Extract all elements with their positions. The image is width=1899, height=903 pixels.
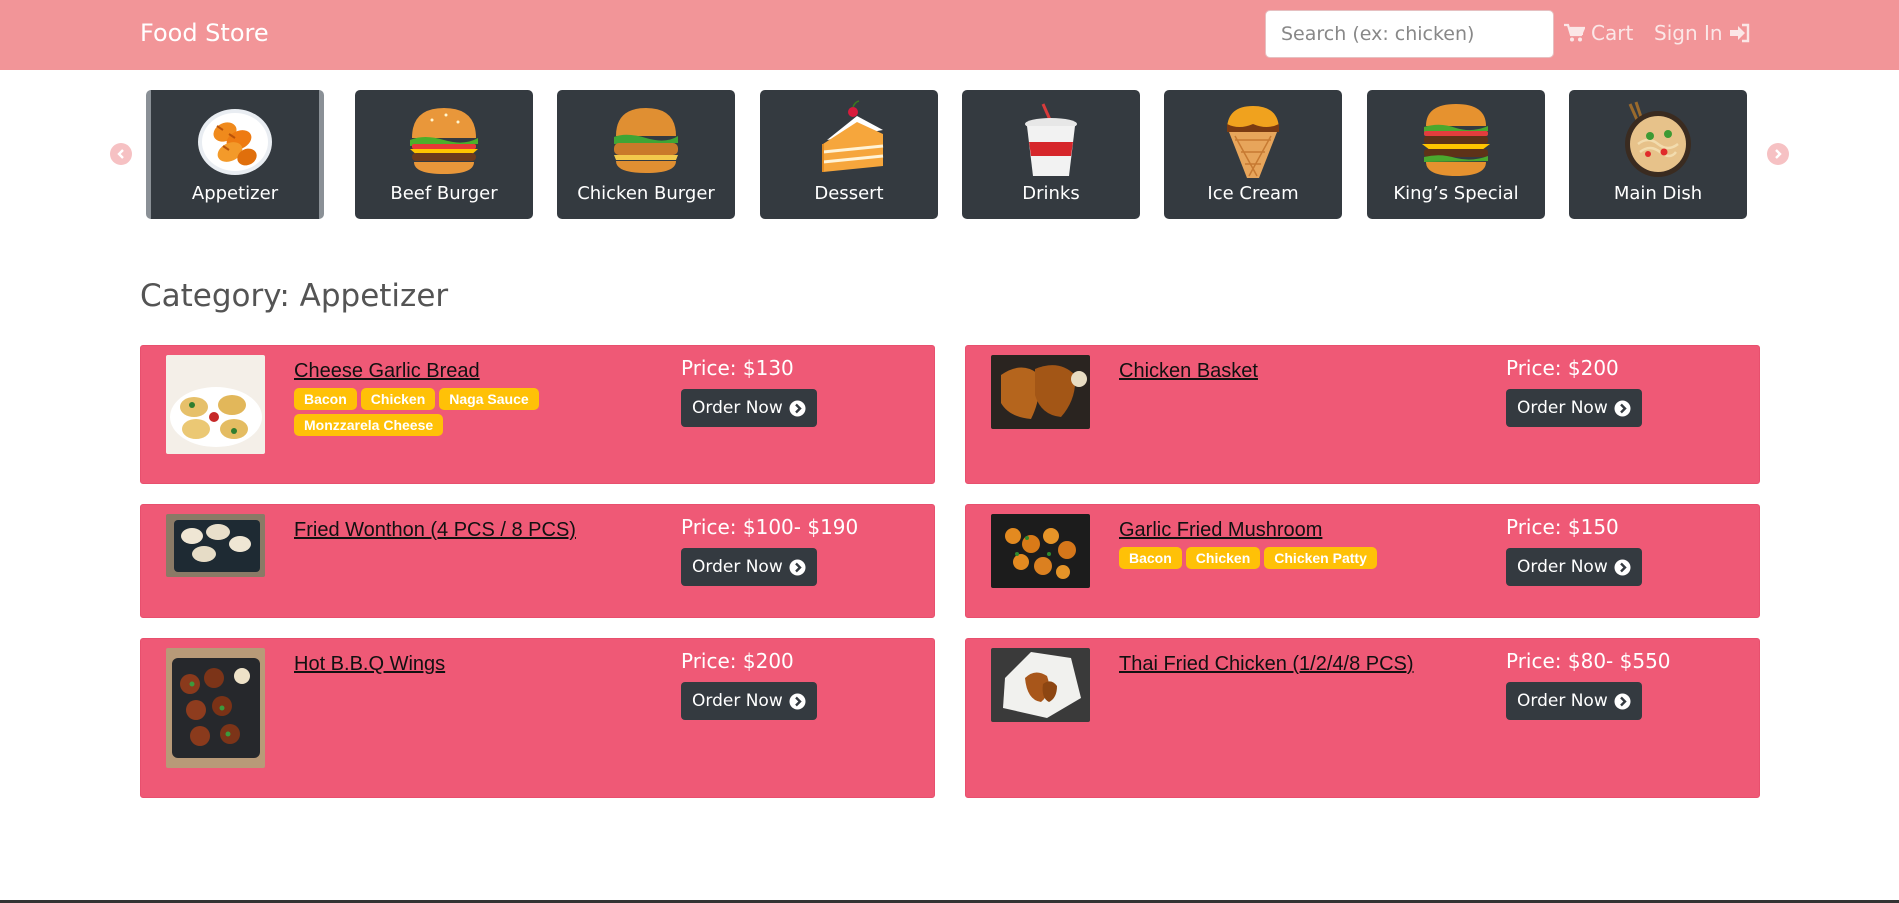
order-now-button[interactable]: Order Now (1506, 548, 1642, 586)
category-label: Ice Cream (1207, 183, 1299, 204)
product-price: Price: $80- $550 (1506, 649, 1671, 673)
order-now-button[interactable]: Order Now (681, 548, 817, 586)
category-label: Dessert (814, 183, 884, 204)
product-card: Garlic Fried Mushroom Bacon Chicken Chic… (965, 504, 1760, 618)
order-now-button[interactable]: Order Now (1506, 682, 1642, 720)
tag-badge: Chicken Patty (1264, 547, 1377, 569)
tag-badge: Chicken (1185, 547, 1261, 569)
product-card: Cheese Garlic Bread Bacon Chicken Naga S… (140, 345, 935, 484)
product-card: Chicken Basket Price: $200 Order Now (965, 345, 1760, 484)
product-name[interactable]: Fried Wonthon (4 PCS / 8 PCS) (294, 519, 576, 542)
category-label: Beef Burger (390, 183, 498, 204)
appetizer-icon (198, 109, 272, 175)
category-label: Chicken Burger (577, 183, 715, 204)
chevron-circle-right-icon (1614, 559, 1631, 575)
product-image (991, 648, 1090, 722)
order-label: Order Now (692, 398, 783, 418)
product-image (991, 514, 1090, 588)
cart-label: Cart (1591, 21, 1634, 45)
ice-cream-icon (1227, 106, 1279, 178)
signin-label: Sign In (1654, 21, 1723, 45)
tag-badge: Monzzarela Cheese (294, 414, 444, 436)
chevron-circle-right-icon (1614, 400, 1631, 416)
order-label: Order Now (692, 557, 783, 577)
carousel-next-button[interactable] (1767, 143, 1789, 165)
category-main-dish[interactable]: Main Dish (1569, 90, 1747, 219)
product-card: Hot B.B.Q Wings Price: $200 Order Now (140, 638, 935, 798)
signin-link[interactable]: Sign In (1654, 21, 1751, 45)
order-label: Order Now (1517, 398, 1608, 418)
category-label: Appetizer (191, 183, 279, 204)
chevron-circle-right-icon (789, 400, 806, 416)
product-card: Fried Wonthon (4 PCS / 8 PCS) Price: $10… (140, 504, 935, 618)
product-name[interactable]: Hot B.B.Q Wings (294, 653, 445, 676)
category-label: King’s Special (1393, 183, 1519, 204)
product-name[interactable]: Garlic Fried Mushroom (1119, 519, 1322, 542)
cake-icon (822, 100, 884, 172)
tag-list: Bacon Chicken Chicken Patty (1119, 547, 1399, 569)
category-drinks[interactable]: Drinks (962, 90, 1140, 219)
tag-badge: Bacon (1119, 547, 1182, 569)
tag-list: Bacon Chicken Naga Sauce Monzzarela Chee… (294, 388, 574, 436)
order-now-button[interactable]: Order Now (681, 682, 817, 720)
order-now-button[interactable]: Order Now (681, 389, 817, 427)
carousel-prev-button[interactable] (110, 143, 132, 165)
product-name[interactable]: Thai Fried Chicken (1/2/4/8 PCS) (1119, 653, 1414, 676)
product-name[interactable]: Cheese Garlic Bread (294, 360, 480, 383)
category-chicken-burger[interactable]: Chicken Burger (557, 90, 735, 219)
tag-badge: Bacon (294, 388, 357, 410)
category-label: Drinks (1022, 183, 1080, 204)
chevron-circle-right-icon (1614, 693, 1631, 709)
order-label: Order Now (1517, 691, 1608, 711)
double-burger-icon (1422, 104, 1490, 176)
order-label: Order Now (692, 691, 783, 711)
chevron-circle-right-icon (789, 693, 806, 709)
sign-in-icon (1729, 23, 1751, 43)
product-price: Price: $200 (681, 649, 794, 673)
order-label: Order Now (1517, 557, 1608, 577)
category-kings-special[interactable]: King’s Special (1367, 90, 1545, 219)
category-ice-cream[interactable]: Ice Cream (1164, 90, 1342, 219)
tag-badge: Chicken (360, 388, 436, 410)
chevron-left-icon (117, 149, 124, 159)
navbar: Food Store Cart Sign In (0, 0, 1899, 70)
product-price: Price: $130 (681, 356, 794, 380)
brand-logo[interactable]: Food Store (140, 19, 269, 47)
chevron-circle-right-icon (789, 559, 806, 575)
product-image (991, 355, 1090, 429)
product-card: Thai Fried Chicken (1/2/4/8 PCS) Price: … (965, 638, 1760, 798)
product-price: Price: $100- $190 (681, 515, 859, 539)
chevron-right-icon (1775, 149, 1782, 159)
product-image (166, 648, 265, 768)
noodle-bowl-icon (1625, 101, 1691, 177)
order-now-button[interactable]: Order Now (1506, 389, 1642, 427)
category-dessert[interactable]: Dessert (760, 90, 938, 219)
product-image (166, 514, 265, 577)
product-price: Price: $150 (1506, 515, 1619, 539)
cart-link[interactable]: Cart (1563, 21, 1633, 45)
category-title: Category: Appetizer (140, 278, 449, 314)
category-beef-burger[interactable]: Beef Burger (355, 90, 533, 219)
drink-cup-icon (1025, 103, 1077, 176)
chicken-burger-icon (614, 108, 678, 173)
product-image (166, 355, 265, 454)
product-name[interactable]: Chicken Basket (1119, 360, 1258, 383)
tag-badge: Naga Sauce (439, 388, 539, 410)
category-appetizer[interactable]: Appetizer (146, 90, 324, 219)
cart-icon (1563, 23, 1585, 43)
burger-icon (410, 108, 478, 174)
category-label: Main Dish (1613, 183, 1703, 204)
product-price: Price: $200 (1506, 356, 1619, 380)
search-input[interactable] (1265, 10, 1554, 58)
